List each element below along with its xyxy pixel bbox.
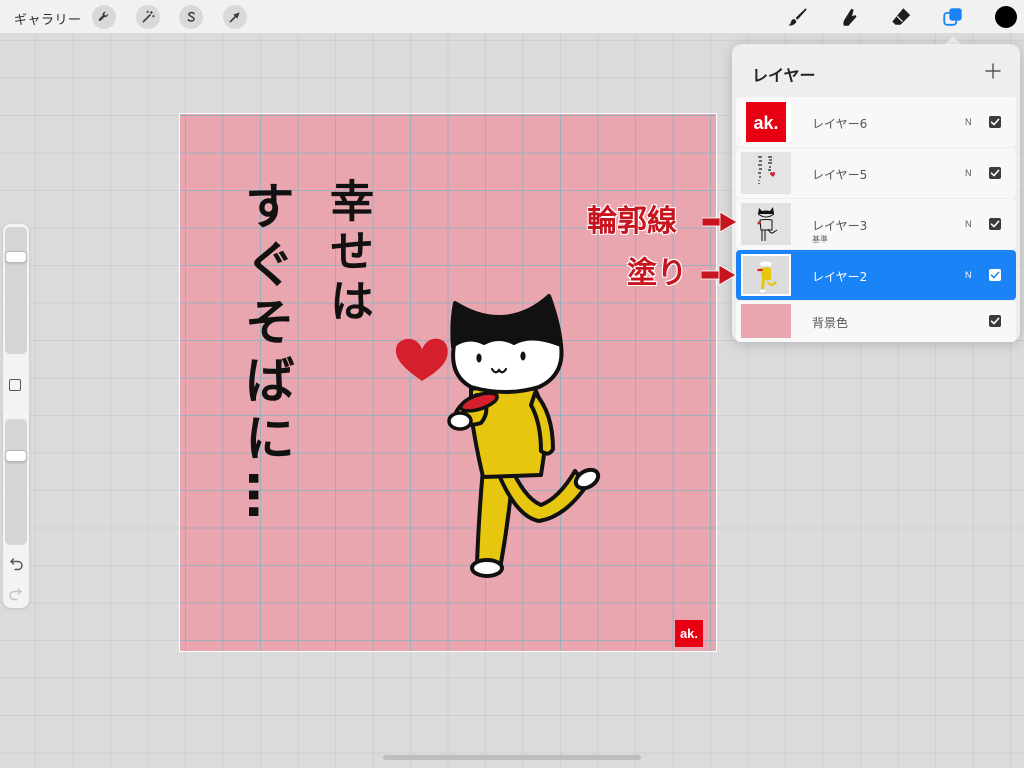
actions-button[interactable]: [92, 5, 116, 29]
selection-button[interactable]: [179, 5, 203, 29]
visibility-checkbox[interactable]: [989, 218, 1001, 230]
layer-row[interactable]: レイヤー3 基準 N: [736, 199, 1016, 249]
brush-tool[interactable]: [786, 6, 808, 28]
background-color-row[interactable]: 背景色: [736, 301, 1016, 342]
cat-eye-left: [476, 353, 482, 363]
plus-icon[interactable]: [985, 63, 1001, 79]
transform-icon: [229, 12, 240, 23]
signature-logo: ak.: [675, 620, 703, 647]
layer-name: レイヤー6: [812, 117, 868, 131]
annotation-arrow-icon: [701, 264, 737, 286]
drawing-canvas[interactable]: 幸せは すぐそばに… ak.: [179, 113, 717, 652]
visibility-checkbox[interactable]: [989, 116, 1001, 128]
left-sidebar: [3, 224, 29, 608]
layer-thumbnail: ak.: [741, 101, 791, 143]
brush-size-thumb[interactable]: [5, 251, 27, 264]
layers-panel-title: レイヤー: [752, 66, 816, 85]
eraser-icon: [892, 8, 911, 25]
layer-thumbnail: [741, 203, 791, 245]
blend-mode-button[interactable]: N: [965, 117, 972, 127]
cat-face: [451, 336, 564, 394]
color-picker-button[interactable]: [995, 6, 1017, 28]
wrench-icon: [98, 11, 108, 22]
smudge-tool[interactable]: [837, 6, 859, 28]
visibility-checkbox[interactable]: [989, 269, 1001, 281]
layers-icon: [943, 8, 962, 26]
layer-row[interactable]: ak. レイヤー6 N: [736, 97, 1016, 147]
svg-text:ak.: ak.: [753, 113, 778, 133]
cat-hand: [447, 411, 473, 431]
layer-name: レイヤー5: [812, 168, 868, 182]
blend-mode-button[interactable]: N: [965, 168, 972, 178]
layer-row[interactable]: レイヤー2 N: [736, 250, 1016, 300]
brush-icon: [788, 8, 807, 26]
layer-name: レイヤー3: [812, 219, 868, 233]
annotation-outline-label: 輪郭線: [587, 204, 677, 239]
layer-thumbnail: [741, 254, 791, 296]
magic-wand-icon: [142, 10, 155, 23]
undo-icon[interactable]: [7, 555, 25, 573]
layer-name: 背景色: [812, 316, 849, 330]
blend-mode-button[interactable]: N: [965, 270, 972, 280]
opacity-slider[interactable]: [5, 419, 27, 545]
adjustments-button[interactable]: [136, 5, 160, 29]
heart-drawing: [395, 338, 448, 381]
layer-thumbnail: [741, 152, 791, 194]
redo-icon[interactable]: [7, 585, 25, 603]
selection-icon: [187, 11, 195, 22]
blend-mode-button[interactable]: N: [965, 219, 972, 229]
reference-label: 基準: [812, 235, 828, 244]
visibility-checkbox[interactable]: [989, 315, 1001, 327]
opacity-thumb[interactable]: [5, 449, 27, 462]
brush-size-slider[interactable]: [5, 227, 27, 354]
layer-name: レイヤー2: [812, 270, 868, 284]
layers-tool[interactable]: [942, 6, 964, 28]
eraser-tool[interactable]: [890, 6, 912, 28]
panel-pointer: [945, 36, 961, 44]
cat-foot-right: [573, 467, 601, 491]
home-indicator[interactable]: [383, 755, 641, 760]
cat-eye-right: [520, 351, 526, 361]
transform-button[interactable]: [223, 5, 247, 29]
layer-row[interactable]: レイヤー5 N: [736, 148, 1016, 198]
cat-foot-left: [470, 558, 504, 578]
cat-illustration: [395, 294, 601, 578]
smudge-icon: [843, 8, 857, 26]
layers-panel: レイヤー ak. レイヤー6 N レイヤー5 N レイヤー3 基準 N レイヤー…: [732, 44, 1020, 342]
background-color-thumbnail: [741, 304, 791, 338]
top-toolbar: ギャラリー: [0, 0, 1024, 33]
annotation-arrow-icon: [702, 211, 738, 233]
modify-button[interactable]: [9, 379, 21, 391]
visibility-checkbox[interactable]: [989, 167, 1001, 179]
gallery-button[interactable]: ギャラリー: [14, 9, 82, 28]
annotation-fill-label: 塗り: [627, 256, 687, 291]
